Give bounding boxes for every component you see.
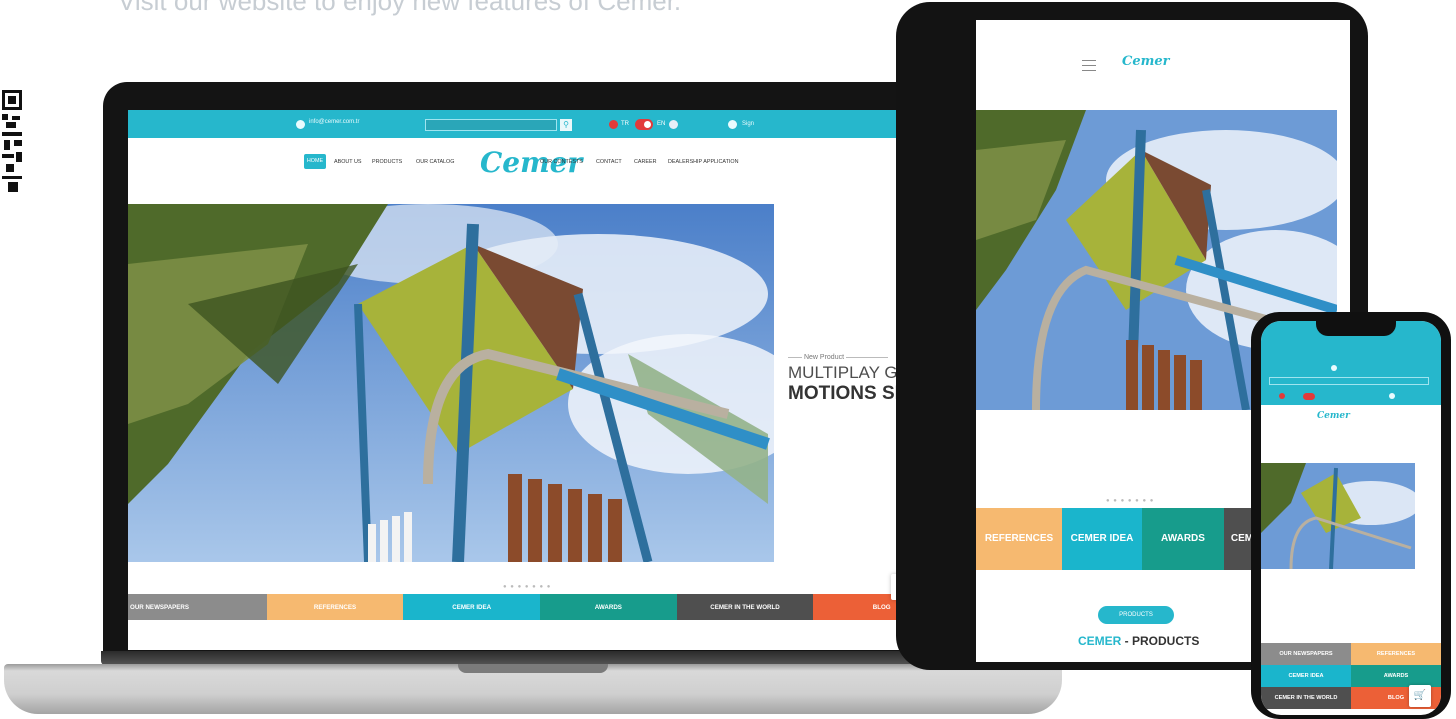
phone-screen: Cemer OUR NEWSPAPERS REFERENCES CEMER ID… xyxy=(1261,321,1441,715)
lang-tr[interactable]: TR xyxy=(621,121,629,127)
tablet-tile-awards[interactable]: AWARDS xyxy=(1142,508,1224,570)
tablet-tile-cemer-idea[interactable]: CEMER IDEA xyxy=(1062,508,1142,570)
tagline: Visit our website to enjoy new features … xyxy=(118,0,682,16)
top-bar: info@cemer.com.tr ⚲ TR EN Sign xyxy=(128,110,950,138)
tile-cemer-in-the-world[interactable]: CEMER IN THE WORLD xyxy=(676,594,814,620)
nav-products[interactable]: PRODUCTS xyxy=(372,159,402,165)
phone-user-icon[interactable] xyxy=(1389,393,1395,399)
phone-turkey-flag-icon xyxy=(1279,393,1285,399)
email-link[interactable]: info@cemer.com.tr xyxy=(309,119,359,125)
tile-our-newspapers[interactable]: OUR NEWSPAPERS xyxy=(128,594,267,620)
hero-image xyxy=(128,204,774,562)
qr-code xyxy=(2,90,22,192)
phone-notch xyxy=(1316,320,1396,336)
tile-references[interactable]: REFERENCES xyxy=(266,594,404,620)
user-icon[interactable] xyxy=(728,120,737,129)
phone-mail-icon xyxy=(1331,365,1337,371)
tile-cemer-idea[interactable]: CEMER IDEA xyxy=(403,594,541,620)
products-button[interactable]: PRODUCTS xyxy=(1098,606,1174,624)
phone-language-toggle[interactable] xyxy=(1303,393,1315,400)
phone-tile-cemer-idea[interactable]: CEMER IDEA xyxy=(1261,665,1351,687)
tablet-site-logo[interactable]: Cemer xyxy=(1122,54,1170,69)
slider-dots[interactable]: ● ● ● ● ● ● ● xyxy=(503,584,551,590)
products-heading: CEMER - PRODUCTS xyxy=(1078,634,1200,648)
phone-search-input[interactable] xyxy=(1269,377,1429,385)
nav-dealership-application[interactable]: DEALERSHIP APPLICATION xyxy=(668,159,739,165)
phone-tile-awards[interactable]: AWARDS xyxy=(1351,665,1441,687)
search-input[interactable] xyxy=(425,119,557,131)
search-icon[interactable]: ⚲ xyxy=(560,119,572,131)
main-nav: HOME ABOUT US PRODUCTS OUR CATALOG Cemer… xyxy=(128,146,950,179)
tablet-slider-dots[interactable]: ● ● ● ● ● ● ● xyxy=(1106,498,1154,504)
laptop-screen: info@cemer.com.tr ⚲ TR EN Sign HOME ABOU… xyxy=(128,110,950,650)
nav-contact[interactable]: CONTACT xyxy=(596,159,622,165)
nav-career[interactable]: CAREER xyxy=(634,159,656,165)
phone-tile-cemer-in-the-world[interactable]: CEMER IN THE WORLD xyxy=(1261,687,1351,709)
nav-about-us[interactable]: ABOUT US xyxy=(334,159,361,165)
nav-our-catalog[interactable]: OUR CATALOG xyxy=(416,159,454,165)
phone-cart-icon[interactable]: 🛒 xyxy=(1409,685,1431,707)
phone-tile-our-newspapers[interactable]: OUR NEWSPAPERS xyxy=(1261,643,1351,665)
nav-home[interactable]: HOME xyxy=(304,154,326,169)
tablet-tile-references[interactable]: REFERENCES xyxy=(976,508,1062,570)
phone-hero-image xyxy=(1261,463,1415,569)
lang-en[interactable]: EN xyxy=(657,121,665,127)
sign-in-link[interactable]: Sign xyxy=(742,121,754,127)
turkey-flag-icon xyxy=(609,120,618,129)
category-tiles: OUR NEWSPAPERS REFERENCES CEMER IDEA AWA… xyxy=(128,594,950,620)
uk-flag-icon xyxy=(669,120,678,129)
mail-icon xyxy=(296,120,305,129)
phone-site-logo[interactable]: Cemer xyxy=(1317,411,1350,421)
tile-awards[interactable]: AWARDS xyxy=(540,594,677,620)
laptop-base-notch xyxy=(458,664,608,673)
laptop-hinge xyxy=(101,651,977,665)
language-toggle[interactable] xyxy=(635,119,653,130)
nav-our-contests[interactable]: OUR CONTESTS xyxy=(540,159,583,165)
phone-tile-references[interactable]: REFERENCES xyxy=(1351,643,1441,665)
hamburger-menu-icon[interactable] xyxy=(1082,60,1096,71)
